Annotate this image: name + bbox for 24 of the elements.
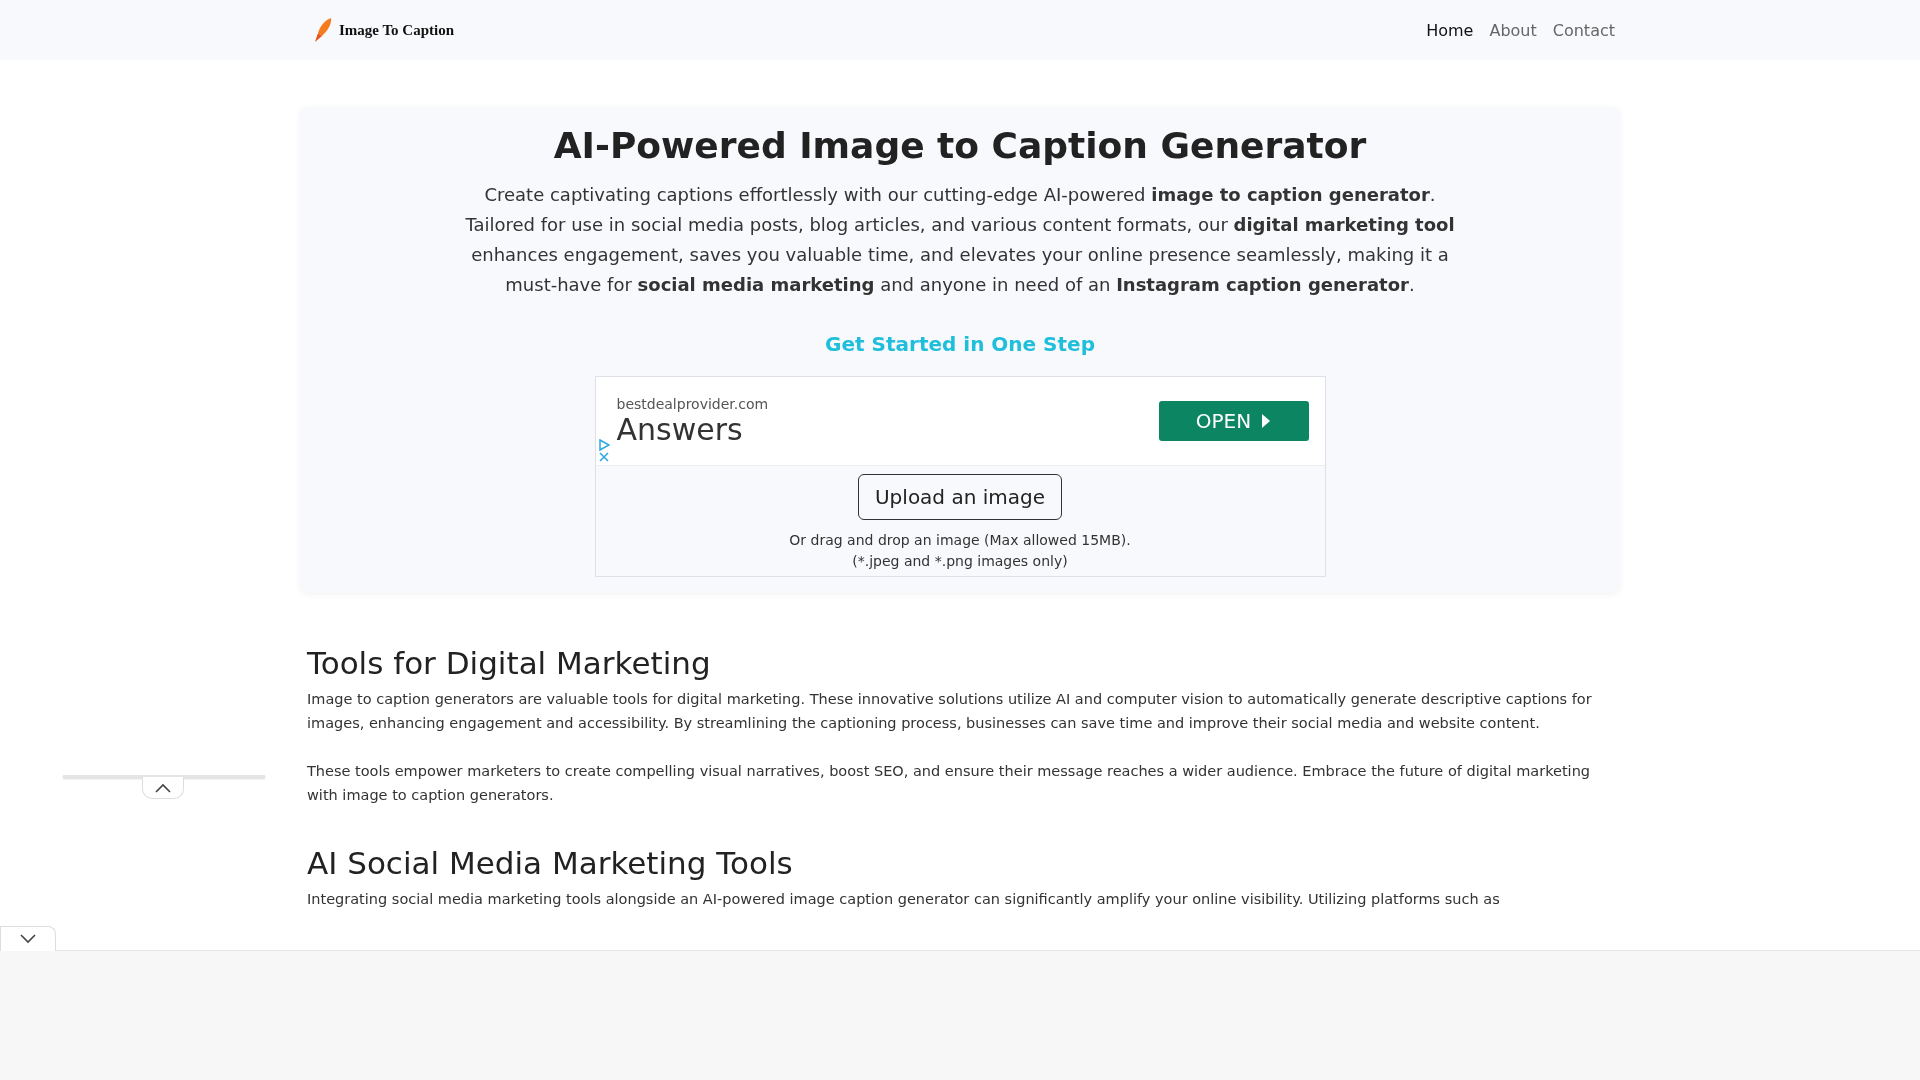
upload-hint: Or drag and drop an image (Max allowed 15MB). (*.jpeg and *.png images only) bbox=[789, 531, 1131, 571]
collapse-tab[interactable] bbox=[0, 926, 56, 951]
nav-link[interactable]: About bbox=[1489, 20, 1537, 40]
ad-domain: bestdealprovider.com bbox=[616, 395, 769, 412]
caret-icon bbox=[1261, 414, 1272, 428]
ad-headline: Answers bbox=[616, 411, 743, 447]
section-paragraph: These tools empower marketers to create compelling visual narratives, boost SEO, and ensure their message reaches a wider audience. Embrace the future of digital marketing with image to caption generators. bbox=[307, 762, 1592, 805]
logo-text: Image To Caption bbox=[339, 21, 455, 39]
expand-tab[interactable] bbox=[142, 777, 184, 799]
section-heading: AI Social Media Marketing Tools bbox=[307, 845, 794, 881]
upload-button[interactable]: Upload an image bbox=[858, 474, 1062, 520]
cta-heading: Get Started in One Step bbox=[825, 332, 1095, 356]
close-icon[interactable] bbox=[597, 451, 610, 463]
open-button[interactable]: OPEN bbox=[1158, 401, 1309, 441]
section-paragraph: Image to caption generators are valuable tools for digital marketing. These innovative solutions utilize AI and computer vision to automatically generate descriptive captions for images, enhancing engagement and accessibility. By streamlining the captioning process, businesses can save time and improve their social media and website content. bbox=[307, 690, 1593, 733]
section-paragraph: Integrating social media marketing tools alongside an AI-powered image caption generator can significantly amplify your online visibility. Utilizing platforms such as bbox=[307, 890, 1501, 909]
nav-link[interactable]: Home bbox=[1426, 20, 1474, 40]
page-title: AI-Powered Image to Caption Generator bbox=[553, 125, 1367, 166]
nav-link[interactable]: Contact bbox=[1552, 20, 1615, 40]
section-heading: Tools for Digital Marketing bbox=[307, 645, 712, 681]
chevron-down-icon bbox=[20, 934, 36, 944]
play-icon[interactable] bbox=[597, 439, 610, 451]
chevron-up-icon bbox=[155, 782, 171, 793]
intro-paragraph: Create captivating captions effortlessly with our cutting-edge AI-powered image to caption generator. Tailored for use in social media posts, blog articles, and various content formats, our digital marketing tool enhances engagement, saves you valuable time, and elevates your online presence seamlessly, making it a must-have for social media marketing and anyone in need of an Instagram caption generator. bbox=[464, 183, 1456, 297]
